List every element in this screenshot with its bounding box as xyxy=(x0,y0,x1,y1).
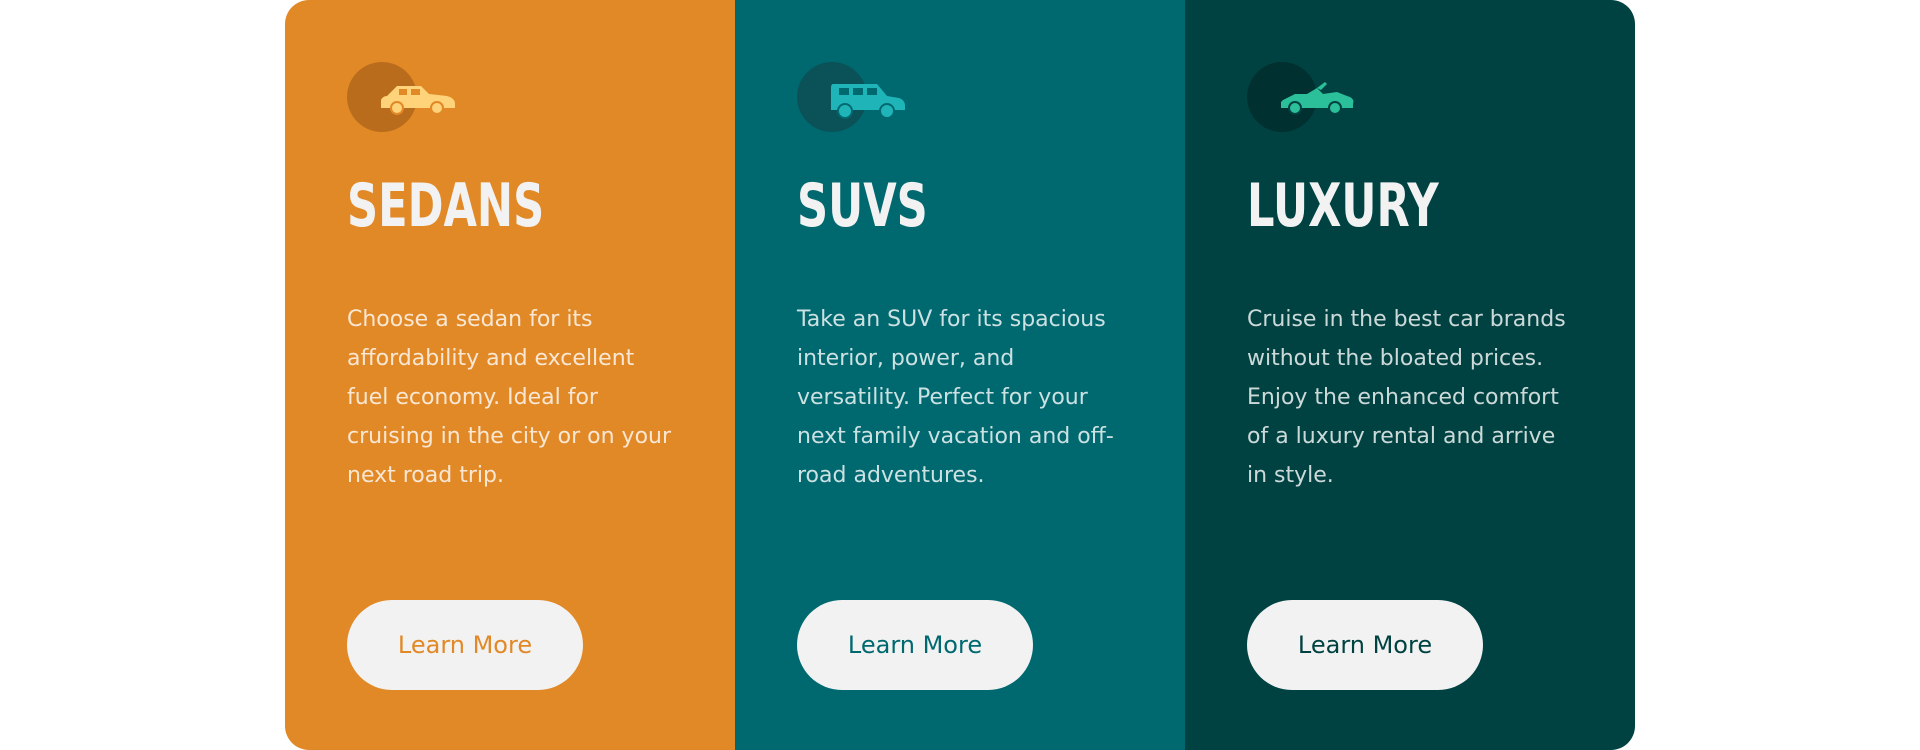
learn-more-button[interactable]: Learn More xyxy=(1247,600,1483,690)
learn-more-button[interactable]: Learn More xyxy=(797,600,1033,690)
card-title: SEDANS xyxy=(347,171,545,241)
card-description: Cruise in the best car brands without th… xyxy=(1247,307,1566,488)
suv-car-icon xyxy=(797,62,917,134)
card-description: Take an SUV for its spacious interior, p… xyxy=(797,307,1114,488)
luxury-car-icon-glyph xyxy=(1281,82,1354,115)
card-title: LUXURY xyxy=(1247,171,1439,241)
card-description: Choose a sedan for its affordability and… xyxy=(347,307,672,488)
car-category-cards: SEDANS Choose a sedan for its affordabil… xyxy=(285,0,1635,750)
sedan-car-icon-glyph xyxy=(381,86,455,115)
sedan-car-icon xyxy=(347,62,467,134)
learn-more-button[interactable]: Learn More xyxy=(347,600,583,690)
card-suvs: SUVS Take an SUV for its spacious interi… xyxy=(735,0,1185,750)
card-sedans: SEDANS Choose a sedan for its affordabil… xyxy=(285,0,735,750)
card-luxury: LUXURY Cruise in the best car brands wit… xyxy=(1185,0,1635,750)
card-title: SUVS xyxy=(797,171,928,241)
luxury-car-icon xyxy=(1247,62,1367,134)
suv-car-icon-glyph xyxy=(831,84,905,119)
